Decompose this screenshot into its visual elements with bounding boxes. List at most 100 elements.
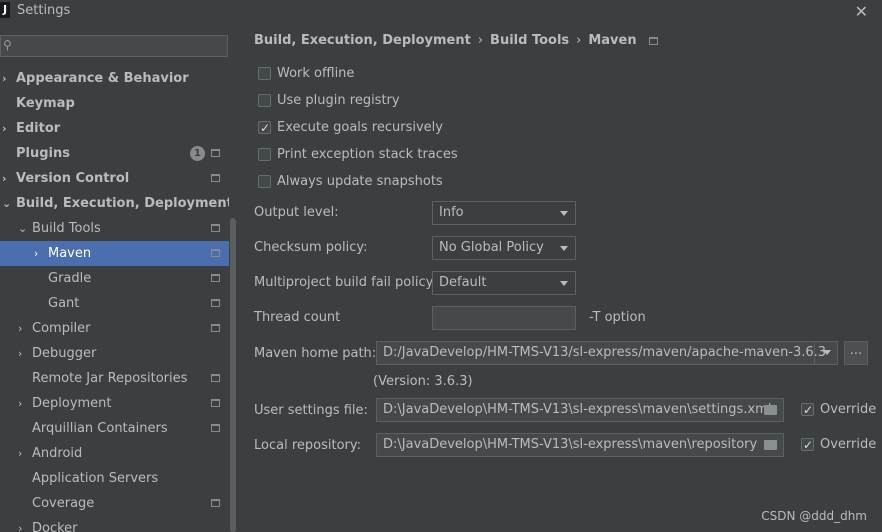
breadcrumb-item: Build Tools bbox=[490, 33, 570, 48]
multiproject-fail-policy-label: Multiproject build fail policy: bbox=[254, 275, 437, 290]
use-plugin-registry-label: Use plugin registry bbox=[277, 93, 400, 108]
output-level-value: Info bbox=[439, 205, 464, 220]
sidebar-item[interactable]: Plugins 1 bbox=[0, 141, 230, 166]
project-scope-icon bbox=[211, 499, 220, 507]
chevron-right-icon[interactable]: › bbox=[18, 516, 22, 532]
local-repository-value: D:\JavaDevelop\HM-TMS-V13\sl-express\mav… bbox=[383, 437, 758, 452]
maven-home-dropdown-button[interactable] bbox=[814, 342, 837, 364]
window-title: Settings bbox=[17, 3, 71, 18]
chevron-right-icon[interactable]: › bbox=[18, 441, 22, 466]
sidebar-item[interactable]: Gant bbox=[0, 291, 230, 316]
sidebar-item[interactable]: › Appearance & Behavior bbox=[0, 66, 230, 91]
sidebar-item[interactable]: Arquillian Containers bbox=[0, 416, 230, 441]
user-settings-input[interactable]: D:\JavaDevelop\HM-TMS-V13\sl-express\mav… bbox=[376, 398, 784, 422]
maven-home-combobox[interactable]: D:/JavaDevelop/HM-TMS-V13/sl-express/mav… bbox=[376, 341, 838, 365]
sidebar-item-label: Android bbox=[32, 446, 83, 461]
close-icon[interactable]: ✕ bbox=[855, 2, 868, 21]
chevron-right-icon[interactable]: › bbox=[18, 341, 22, 366]
work-offline-label: Work offline bbox=[277, 66, 355, 81]
breadcrumb: Build, Execution, Deployment › Build Tools… bbox=[254, 33, 658, 48]
print-exception-stack-traces-label: Print exception stack traces bbox=[277, 147, 458, 162]
sidebar-item-label: Plugins bbox=[16, 146, 70, 161]
search-input[interactable]: ⚲ bbox=[0, 35, 228, 57]
maven-home-browse-button[interactable]: ... bbox=[844, 341, 868, 365]
folder-icon[interactable] bbox=[764, 405, 777, 415]
output-level-dropdown[interactable]: Info bbox=[432, 201, 576, 225]
maven-home-value: D:/JavaDevelop/HM-TMS-V13/sl-express/mav… bbox=[383, 345, 827, 360]
sidebar-item[interactable]: › Docker bbox=[0, 516, 230, 532]
sidebar-scrollbar[interactable] bbox=[229, 22, 237, 532]
sidebar-item-label: Deployment bbox=[32, 396, 112, 411]
project-scope-icon bbox=[211, 224, 220, 232]
chevron-right-icon[interactable]: › bbox=[18, 316, 22, 341]
chevron-down-icon[interactable]: ⌄ bbox=[2, 191, 11, 216]
sidebar-item[interactable]: › Debugger bbox=[0, 341, 230, 366]
sidebar-item[interactable]: › Android bbox=[0, 441, 230, 466]
execute-goals-recursively-label: Execute goals recursively bbox=[277, 120, 443, 135]
sidebar-item[interactable]: › Version Control bbox=[0, 166, 230, 191]
sidebar-item-label: Build Tools bbox=[32, 221, 101, 236]
sidebar-item-label: Application Servers bbox=[32, 471, 159, 486]
sidebar-item[interactable]: Gradle bbox=[0, 266, 230, 291]
sidebar-item[interactable]: Remote Jar Repositories bbox=[0, 366, 230, 391]
sidebar-item[interactable]: › Maven bbox=[0, 241, 230, 266]
search-icon: ⚲ bbox=[3, 38, 12, 52]
project-scope-icon bbox=[211, 374, 220, 382]
settings-sidebar: ⚲ › Appearance & Behavior Keymap › Editor Plu… bbox=[0, 22, 237, 532]
chevron-right-icon[interactable]: › bbox=[2, 166, 7, 191]
project-scope-icon bbox=[211, 274, 220, 282]
folder-icon[interactable] bbox=[764, 440, 777, 450]
local-repository-input[interactable]: D:\JavaDevelop\HM-TMS-V13\sl-express\mav… bbox=[376, 433, 784, 457]
multiproject-fail-policy-dropdown[interactable]: Default bbox=[432, 271, 576, 295]
print-exception-stack-traces-checkbox[interactable] bbox=[258, 148, 271, 161]
output-level-label: Output level: bbox=[254, 205, 339, 220]
sidebar-item-label: Version Control bbox=[16, 171, 130, 186]
project-scope-icon bbox=[211, 149, 220, 157]
thread-count-input[interactable] bbox=[432, 306, 576, 330]
local-repository-override-label: Override bbox=[820, 437, 877, 452]
use-plugin-registry-checkbox[interactable] bbox=[258, 94, 271, 107]
local-repository-override-checkbox[interactable] bbox=[801, 436, 814, 454]
always-update-snapshots-label: Always update snapshots bbox=[277, 174, 443, 189]
chevron-right-icon[interactable]: › bbox=[2, 116, 7, 141]
sidebar-item-label: Gradle bbox=[48, 271, 92, 286]
project-scope-icon bbox=[211, 299, 220, 307]
checksum-policy-dropdown[interactable]: No Global Policy bbox=[432, 236, 576, 260]
sidebar-item[interactable]: ⌄ Build, Execution, Deployment bbox=[0, 191, 233, 216]
execute-goals-recursively-checkbox[interactable] bbox=[258, 119, 271, 137]
work-offline-checkbox[interactable] bbox=[258, 67, 271, 80]
sidebar-item[interactable]: › Compiler bbox=[0, 316, 230, 341]
sidebar-item[interactable]: ⌄ Build Tools bbox=[0, 216, 230, 241]
sidebar-item[interactable]: Coverage bbox=[0, 491, 230, 516]
sidebar-item-label: Arquillian Containers bbox=[32, 421, 168, 436]
chevron-down-icon[interactable]: ⌄ bbox=[18, 216, 27, 241]
sidebar-item-label: Gant bbox=[48, 296, 80, 311]
chevron-right-icon[interactable]: › bbox=[18, 391, 22, 416]
chevron-down-icon bbox=[560, 211, 568, 216]
sidebar-item[interactable]: Application Servers bbox=[0, 466, 230, 491]
sidebar-item-label: Compiler bbox=[32, 321, 91, 336]
user-settings-override-checkbox[interactable] bbox=[801, 401, 814, 419]
maven-settings-panel: Build, Execution, Deployment › Build Tools… bbox=[237, 22, 882, 532]
chevron-right-icon[interactable]: › bbox=[34, 241, 38, 266]
user-settings-override-label: Override bbox=[820, 402, 877, 417]
sidebar-item[interactable]: › Editor bbox=[0, 116, 230, 141]
project-scope-icon bbox=[211, 399, 220, 407]
always-update-snapshots-checkbox[interactable] bbox=[258, 175, 271, 188]
sidebar-item-label: Maven bbox=[48, 246, 92, 261]
project-scope-icon bbox=[211, 324, 220, 332]
sidebar-item[interactable]: Keymap bbox=[0, 91, 230, 116]
scrollbar-thumb[interactable] bbox=[230, 218, 236, 532]
maven-version-text: (Version: 3.6.3) bbox=[373, 374, 473, 389]
title-bar: J Settings ✕ bbox=[0, 0, 882, 22]
breadcrumb-separator: › bbox=[477, 33, 484, 48]
project-scope-icon bbox=[211, 249, 220, 257]
checksum-policy-value: No Global Policy bbox=[439, 240, 544, 255]
user-settings-label: User settings file: bbox=[254, 403, 368, 418]
project-scope-icon bbox=[211, 424, 220, 432]
chevron-right-icon[interactable]: › bbox=[2, 66, 7, 91]
breadcrumb-item: Maven bbox=[588, 33, 637, 48]
sidebar-item-label: Editor bbox=[16, 121, 61, 136]
user-settings-value: D:\JavaDevelop\HM-TMS-V13\sl-express\mav… bbox=[383, 402, 772, 417]
sidebar-item[interactable]: › Deployment bbox=[0, 391, 230, 416]
